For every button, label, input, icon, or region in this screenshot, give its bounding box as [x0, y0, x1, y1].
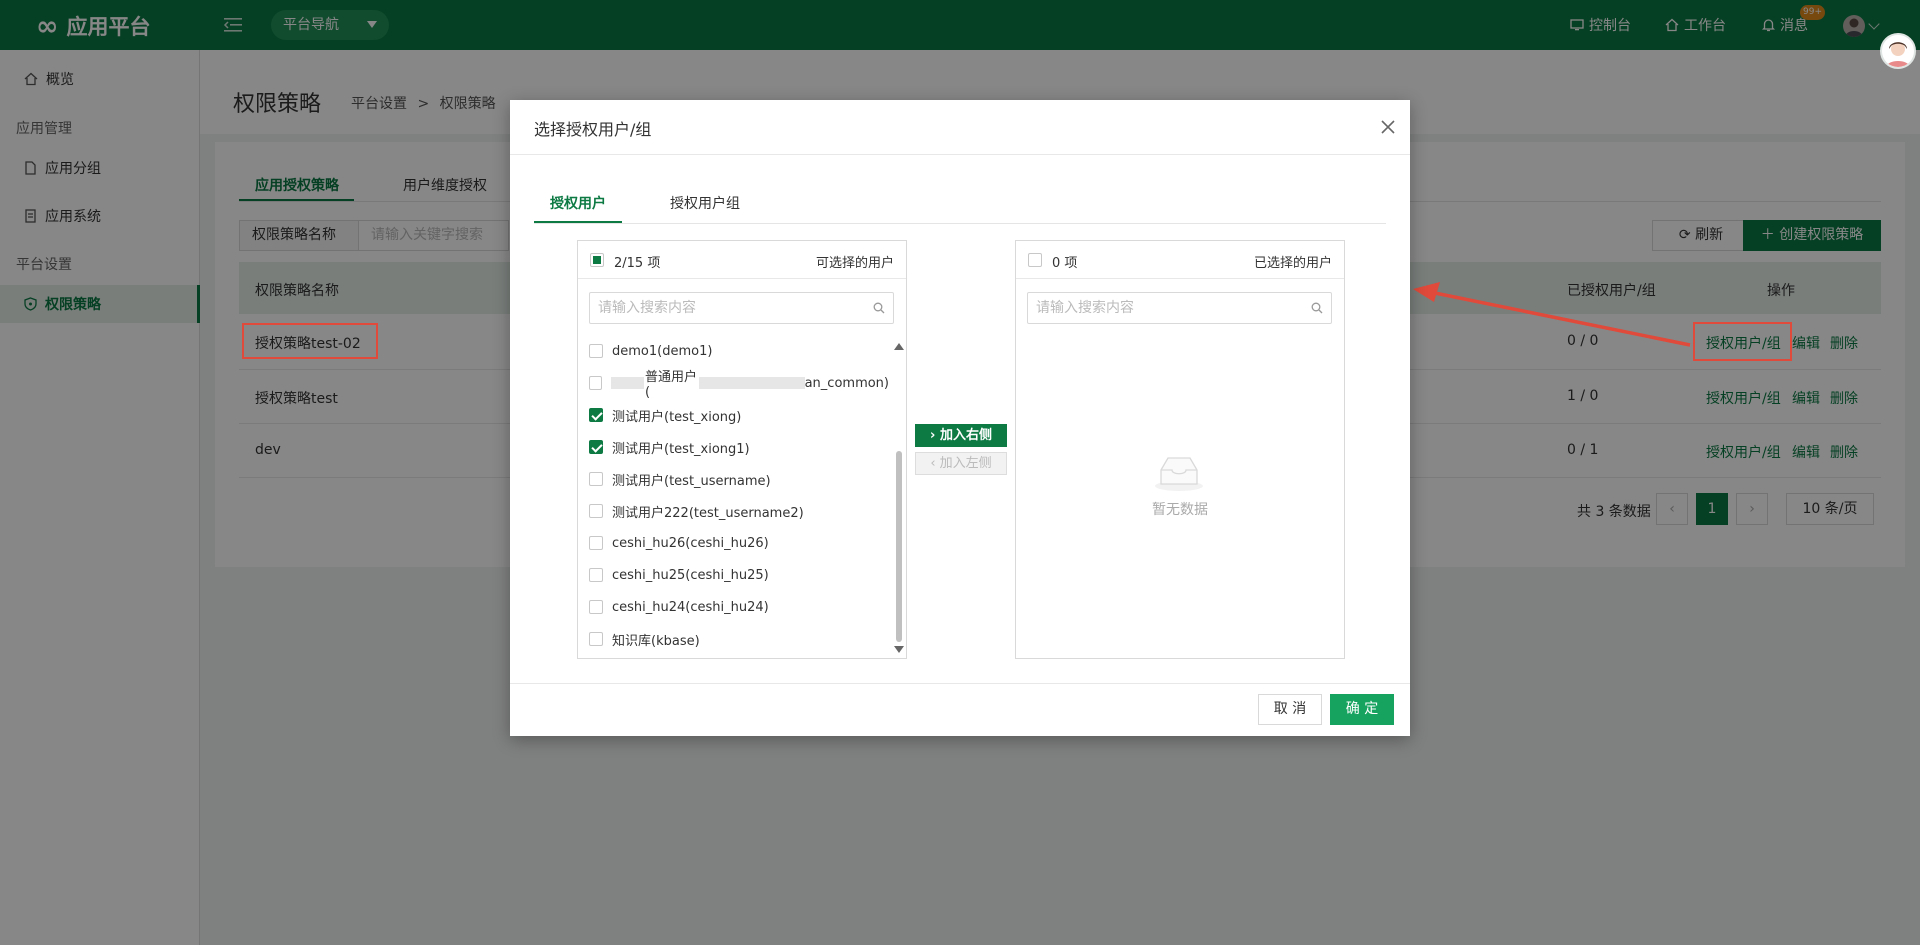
item-label: ceshi_hu26(ceshi_hu26)	[612, 535, 769, 551]
item-label: 普通用户(	[644, 370, 697, 400]
assistant-avatar-icon	[1886, 42, 1910, 67]
add-to-left-label: 加入左侧	[939, 456, 992, 471]
dialog-header-divider	[510, 154, 1410, 155]
item-checkbox[interactable]	[589, 568, 603, 582]
search-icon	[873, 302, 885, 314]
search-input[interactable]: 请输入搜索内容	[1027, 292, 1332, 324]
dialog-title: 选择授权用户/组	[534, 120, 652, 139]
list-item[interactable]: ceshi_hu25(ceshi_hu25)	[589, 559, 889, 591]
item-checkbox[interactable]	[589, 376, 603, 390]
item-label: 知识库(kbase)	[612, 633, 700, 649]
list-item[interactable]: 测试用户222(test_username2)	[589, 495, 889, 527]
chevron-left-icon: ‹	[930, 456, 936, 471]
tab-authorized-users[interactable]: 授权用户	[550, 193, 606, 213]
scrollbar-thumb[interactable]	[896, 451, 902, 642]
item-checkbox[interactable]	[589, 536, 603, 550]
list-item[interactable]: demo1(demo1)	[589, 335, 889, 367]
item-label: demo1(demo1)	[612, 343, 713, 359]
search-placeholder: 请输入搜索内容	[598, 300, 696, 316]
list-item[interactable]: 普通用户( an_common)	[589, 367, 889, 400]
selected-count: 2/15 项	[614, 256, 661, 271]
add-to-right-label: 加入右侧	[939, 428, 992, 443]
list-item[interactable]: ceshi_hu26(ceshi_hu26)	[589, 527, 889, 559]
item-checkbox[interactable]	[589, 440, 603, 454]
empty-inbox-icon	[1155, 457, 1203, 491]
item-checkbox[interactable]	[589, 408, 603, 422]
item-label: 测试用户222(test_username2)	[612, 505, 804, 521]
selected-users-panel: 0 项 已选择的用户 请输入搜索内容 暂无数据	[1015, 240, 1345, 659]
item-label: 测试用户(test_username)	[612, 473, 771, 489]
select-all-checkbox[interactable]	[590, 253, 604, 267]
item-checkbox[interactable]	[589, 344, 603, 358]
search-icon	[1311, 302, 1323, 314]
item-checkbox[interactable]	[589, 600, 603, 614]
close-icon[interactable]	[1380, 119, 1396, 135]
item-label: ceshi_hu25(ceshi_hu25)	[612, 567, 769, 583]
item-label: 测试用户(test_xiong)	[612, 409, 742, 425]
scroll-down-arrow-icon[interactable]	[894, 646, 904, 653]
floating-assistant-avatar[interactable]	[1880, 33, 1916, 69]
list-item[interactable]: 知识库(kbase)	[589, 623, 889, 655]
empty-state-text: 暂无数据	[1152, 502, 1208, 518]
scroll-up-arrow-icon[interactable]	[894, 343, 904, 350]
confirm-button[interactable]: 确 定	[1330, 694, 1394, 725]
search-placeholder: 请输入搜索内容	[1036, 300, 1134, 316]
redacted-text-block	[611, 377, 644, 389]
tab-authorized-groups[interactable]: 授权用户组	[670, 193, 740, 213]
list-item[interactable]: ceshi_hu24(ceshi_hu24)	[589, 591, 889, 623]
list-item[interactable]: 测试用户(test_xiong)	[589, 399, 889, 431]
chevron-right-icon: ›	[930, 428, 936, 443]
item-checkbox[interactable]	[589, 632, 603, 646]
selected-count: 0 项	[1052, 256, 1078, 271]
item-label: 测试用户(test_xiong1)	[612, 441, 750, 457]
add-to-right-button[interactable]: › 加入右侧	[915, 424, 1007, 447]
list-item[interactable]: 测试用户(test_xiong1)	[589, 431, 889, 463]
select-all-checkbox[interactable]	[1028, 253, 1042, 267]
panel-title: 已选择的用户	[1253, 256, 1332, 271]
cancel-button[interactable]: 取 消	[1258, 694, 1322, 725]
item-label: ceshi_hu24(ceshi_hu24)	[612, 599, 769, 615]
search-input[interactable]: 请输入搜索内容	[589, 292, 894, 324]
tabs-divider	[534, 223, 1386, 224]
panel-header: 2/15 项 可选择的用户	[578, 241, 906, 279]
item-label-tail: an_common)	[804, 375, 889, 391]
redacted-text-block	[699, 377, 805, 389]
item-checkbox[interactable]	[589, 504, 603, 518]
add-to-left-button[interactable]: ‹ 加入左侧	[915, 452, 1007, 475]
panel-header: 0 项 已选择的用户	[1016, 241, 1344, 279]
select-users-dialog: 选择授权用户/组 授权用户 授权用户组 2/15 项 可选择的用户 请输入搜索内…	[510, 100, 1410, 736]
list-item[interactable]: 测试用户(test_username)	[589, 463, 889, 495]
available-users-panel: 2/15 项 可选择的用户 请输入搜索内容 demo1(demo1) 普通用户(…	[577, 240, 907, 659]
dialog-footer-divider	[510, 683, 1410, 684]
item-checkbox[interactable]	[589, 472, 603, 486]
panel-title: 可选择的用户	[815, 256, 894, 271]
